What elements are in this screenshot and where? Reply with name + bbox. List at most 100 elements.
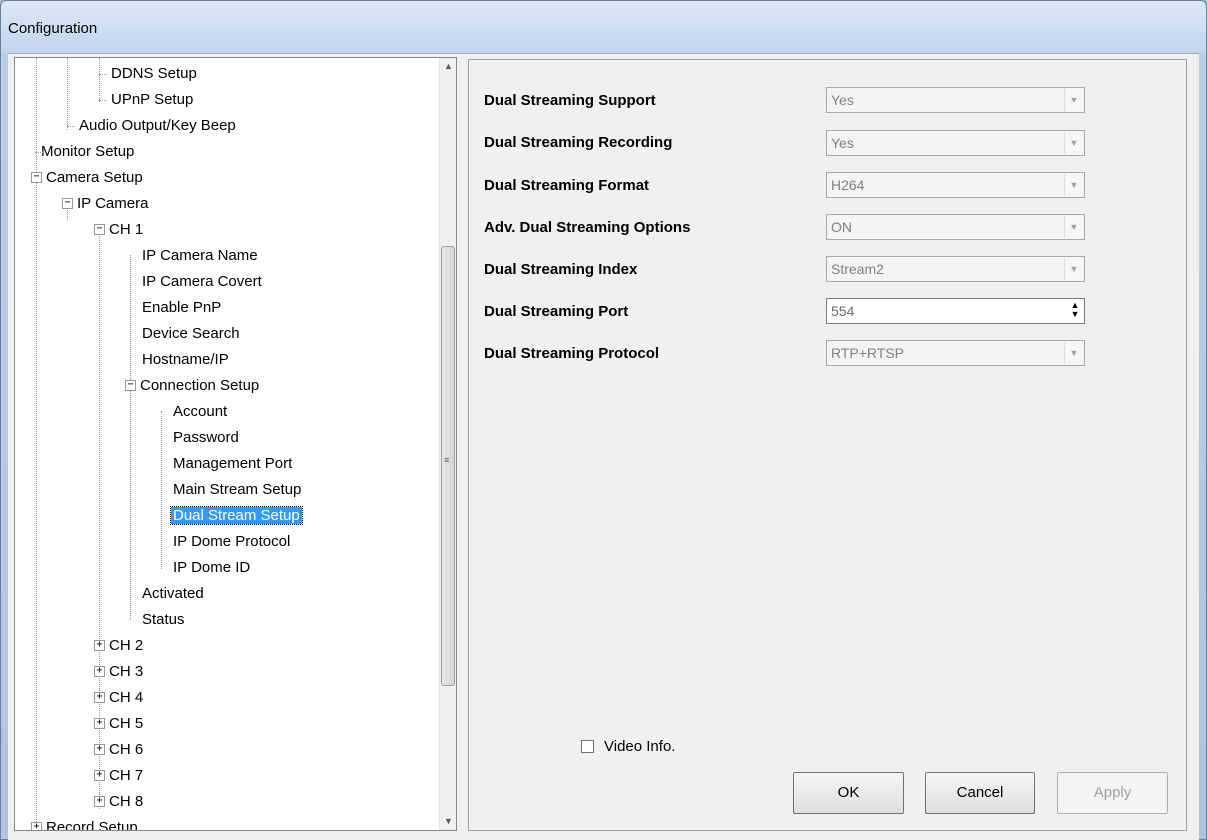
dual-streaming-index-select[interactable]: Stream2 ▼ bbox=[826, 256, 1085, 282]
tree-item-ch4[interactable]: CH 4 bbox=[107, 687, 145, 709]
tree-item-management-port[interactable]: Management Port bbox=[163, 453, 294, 475]
chevron-down-icon[interactable]: ▼ bbox=[1064, 342, 1083, 364]
tree-line bbox=[161, 411, 162, 569]
tree-item-status[interactable]: Status bbox=[132, 609, 187, 631]
tree-line bbox=[67, 58, 68, 130]
expand-icon[interactable]: + bbox=[94, 718, 105, 729]
tree-item-ip-dome-protocol[interactable]: IP Dome Protocol bbox=[163, 531, 292, 553]
tree-item-record-setup[interactable]: Record Setup bbox=[44, 817, 140, 830]
tree-item-camera-setup[interactable]: Camera Setup bbox=[44, 167, 145, 189]
dual-streaming-support-label: Dual Streaming Support bbox=[484, 92, 656, 109]
apply-button[interactable]: Apply bbox=[1057, 772, 1168, 814]
tree-item-ip-camera[interactable]: IP Camera bbox=[75, 193, 150, 215]
expand-icon[interactable]: + bbox=[94, 744, 105, 755]
grip-icon: ≡ bbox=[444, 455, 450, 465]
cancel-button[interactable]: Cancel bbox=[925, 772, 1035, 814]
tree-item-label: Device Search bbox=[142, 325, 240, 342]
tree-item-label: CH 3 bbox=[109, 663, 144, 680]
tree-item-ch5[interactable]: CH 5 bbox=[107, 713, 145, 735]
tree-item-ip-camera-covert[interactable]: IP Camera Covert bbox=[132, 271, 264, 293]
tree-item-ch3[interactable]: CH 3 bbox=[107, 661, 145, 683]
chevron-down-icon[interactable]: ▼ bbox=[1064, 89, 1083, 111]
expand-icon[interactable]: + bbox=[31, 822, 42, 830]
tree-item-ch1[interactable]: CH 1 bbox=[107, 219, 145, 241]
dual-streaming-recording-select[interactable]: Yes ▼ bbox=[826, 130, 1085, 156]
tree-item-label: Enable PnP bbox=[142, 299, 222, 316]
dual-streaming-port-spinbox[interactable]: 554 ▲ ▼ bbox=[826, 298, 1085, 324]
tree-item-label: Password bbox=[173, 429, 239, 446]
adv-dual-streaming-options-label: Adv. Dual Streaming Options bbox=[484, 219, 691, 236]
expand-icon[interactable]: + bbox=[94, 666, 105, 677]
tree-item-ch7[interactable]: CH 7 bbox=[107, 765, 145, 787]
select-value: Stream2 bbox=[831, 261, 884, 277]
chevron-down-icon[interactable]: ▼ bbox=[1064, 216, 1083, 238]
video-info-checkbox[interactable] bbox=[581, 740, 594, 753]
tree-item-label: CH 7 bbox=[109, 767, 144, 784]
tree-item-ddns-setup[interactable]: DDNS Setup bbox=[99, 63, 199, 85]
tree-item-label: Hostname/IP bbox=[142, 351, 229, 368]
chevron-down-icon[interactable]: ▼ bbox=[1064, 174, 1083, 196]
tree-item-ip-camera-name[interactable]: IP Camera Name bbox=[132, 245, 260, 267]
chevron-down-icon[interactable]: ▼ bbox=[1064, 132, 1083, 154]
tree-item-device-search[interactable]: Device Search bbox=[132, 323, 242, 345]
tree-item-activated[interactable]: Activated bbox=[132, 583, 206, 605]
select-value: Yes bbox=[831, 92, 854, 108]
select-value: Yes bbox=[831, 135, 854, 151]
ok-button[interactable]: OK bbox=[793, 772, 904, 814]
tree-item-connection-setup[interactable]: Connection Setup bbox=[138, 375, 261, 397]
expand-icon[interactable]: + bbox=[94, 796, 105, 807]
settings-tree[interactable]: DDNS Setup UPnP Setup Audio Output/Key B… bbox=[14, 57, 457, 831]
video-info-label[interactable]: Video Info. bbox=[604, 738, 675, 755]
dual-streaming-protocol-label: Dual Streaming Protocol bbox=[484, 345, 660, 362]
tree-item-password[interactable]: Password bbox=[163, 427, 241, 449]
select-value: H264 bbox=[831, 177, 865, 193]
tree-item-label: CH 5 bbox=[109, 715, 144, 732]
dual-streaming-protocol-select[interactable]: RTP+RTSP ▼ bbox=[826, 340, 1085, 366]
collapse-icon[interactable]: − bbox=[125, 380, 136, 391]
tree-item-upnp-setup[interactable]: UPnP Setup bbox=[99, 89, 195, 111]
select-value: RTP+RTSP bbox=[831, 345, 905, 361]
dual-streaming-port-label: Dual Streaming Port bbox=[484, 303, 629, 320]
tree-item-main-stream-setup[interactable]: Main Stream Setup bbox=[163, 479, 303, 501]
tree-item-label: CH 6 bbox=[109, 741, 144, 758]
dual-streaming-index-label: Dual Streaming Index bbox=[484, 261, 638, 278]
spin-arrows-icon[interactable]: ▲ ▼ bbox=[1068, 301, 1082, 321]
tree-item-hostname-ip[interactable]: Hostname/IP bbox=[132, 349, 231, 371]
tree-item-monitor-setup[interactable]: Monitor Setup bbox=[35, 141, 136, 163]
tree-item-dual-stream-setup[interactable]: Dual Stream Setup bbox=[163, 505, 303, 527]
tree-item-label: DDNS Setup bbox=[111, 65, 197, 82]
expand-icon[interactable]: + bbox=[94, 692, 105, 703]
tree-item-ip-dome-id[interactable]: IP Dome ID bbox=[163, 557, 252, 579]
tree-content: DDNS Setup UPnP Setup Audio Output/Key B… bbox=[15, 58, 439, 830]
tree-item-label: IP Dome Protocol bbox=[173, 533, 291, 550]
tree-item-account[interactable]: Account bbox=[163, 401, 229, 423]
tree-item-label: CH 8 bbox=[109, 793, 144, 810]
tree-item-label: Main Stream Setup bbox=[173, 481, 302, 498]
scroll-up-arrow-icon[interactable]: ▲ bbox=[440, 58, 456, 75]
title-bar: Configuration bbox=[1, 1, 1206, 53]
expand-icon[interactable]: + bbox=[94, 770, 105, 781]
tree-item-label: CH 1 bbox=[109, 221, 144, 238]
tree-item-ch6[interactable]: CH 6 bbox=[107, 739, 145, 761]
tree-item-ch8[interactable]: CH 8 bbox=[107, 791, 145, 813]
dual-streaming-recording-label: Dual Streaming Recording bbox=[484, 134, 673, 151]
chevron-down-icon[interactable]: ▼ bbox=[1064, 258, 1083, 280]
tree-line bbox=[130, 255, 131, 620]
tree-scrollbar[interactable]: ▲ ≡ ▼ bbox=[439, 58, 456, 830]
tree-item-label: Activated bbox=[142, 585, 204, 602]
tree-item-audio-output-key-beep[interactable]: Audio Output/Key Beep bbox=[67, 115, 238, 137]
collapse-icon[interactable]: − bbox=[31, 172, 42, 183]
expand-icon[interactable]: + bbox=[94, 640, 105, 651]
dual-streaming-format-select[interactable]: H264 ▼ bbox=[826, 172, 1085, 198]
tree-item-enable-pnp[interactable]: Enable PnP bbox=[132, 297, 223, 319]
tree-item-ch2[interactable]: CH 2 bbox=[107, 635, 145, 657]
tree-item-label: CH 4 bbox=[109, 689, 144, 706]
tree-item-label: Monitor Setup bbox=[41, 143, 135, 160]
adv-dual-streaming-options-select[interactable]: ON ▼ bbox=[826, 214, 1085, 240]
window-title: Configuration bbox=[8, 20, 98, 37]
collapse-icon[interactable]: − bbox=[62, 198, 73, 209]
scrollbar-thumb[interactable] bbox=[441, 246, 455, 686]
collapse-icon[interactable]: − bbox=[94, 224, 105, 235]
dual-streaming-support-select[interactable]: Yes ▼ bbox=[826, 87, 1085, 113]
scroll-down-arrow-icon[interactable]: ▼ bbox=[440, 813, 456, 830]
